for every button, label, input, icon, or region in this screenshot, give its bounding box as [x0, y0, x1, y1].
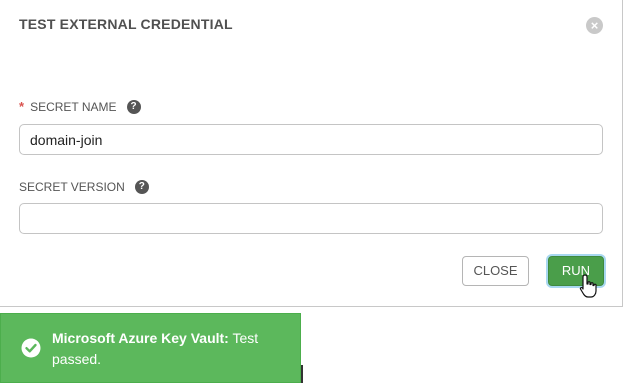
check-circle-icon — [21, 338, 41, 358]
toast-title: Microsoft Azure Key Vault: — [52, 330, 229, 346]
test-credential-modal: TEST EXTERNAL CREDENTIAL × * SECRET NAME… — [0, 0, 623, 307]
close-button[interactable]: CLOSE — [462, 256, 529, 286]
toast-message: Microsoft Azure Key Vault: Test passed. — [52, 328, 287, 370]
secret-name-label-text: SECRET NAME — [30, 99, 117, 114]
help-icon[interactable]: ? — [126, 99, 141, 114]
modal-title: TEST EXTERNAL CREDENTIAL — [19, 16, 233, 32]
secret-version-input[interactable] — [19, 203, 603, 234]
close-icon[interactable]: × — [586, 17, 603, 34]
hand-cursor-icon — [579, 274, 597, 298]
success-toast: Microsoft Azure Key Vault: Test passed. — [0, 313, 301, 383]
help-icon[interactable]: ? — [134, 180, 149, 194]
divider — [301, 365, 303, 383]
secret-name-label: * SECRET NAME ? — [19, 99, 141, 114]
secret-name-input[interactable] — [19, 124, 603, 155]
secret-version-label: SECRET VERSION ? — [19, 180, 149, 194]
required-marker: * — [19, 99, 25, 114]
secret-version-label-text: SECRET VERSION — [19, 180, 125, 194]
